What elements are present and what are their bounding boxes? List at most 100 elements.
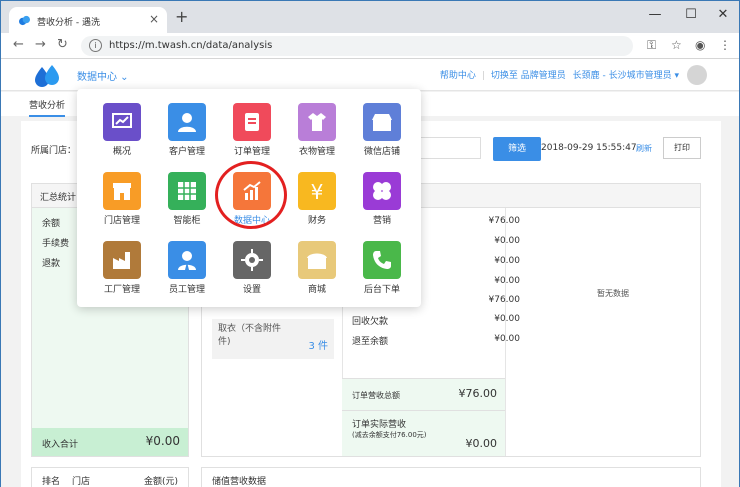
minimize-button[interactable]: —	[641, 6, 669, 24]
menu-item[interactable]: 后台下单	[350, 239, 414, 301]
summary-row-refund: 退款	[42, 259, 61, 269]
info-icon[interactable]: i	[89, 39, 102, 52]
menu-dots-icon[interactable]: ⋮	[719, 38, 731, 52]
menu-item-label: 营销	[372, 216, 391, 226]
menu-item[interactable]: 门店管理	[90, 170, 154, 232]
data-center-menu[interactable]: 数据中心 ⌄	[77, 68, 129, 83]
refund-balance-label: 退至余额	[352, 337, 389, 347]
recharge-title: 储值营收数据	[212, 477, 267, 487]
key-icon[interactable]: ⚿	[647, 38, 656, 52]
menu-item[interactable]: 衣物管理	[285, 101, 349, 163]
menu-item-label: 订单管理	[233, 147, 270, 157]
clothes-pickup-box: 取衣（不含附件 件) 3 件	[212, 319, 334, 359]
menu-item[interactable]: 商城	[285, 239, 349, 301]
menu-item[interactable]: 工厂管理	[90, 239, 154, 301]
menu-item-label: 衣物管理	[298, 147, 335, 157]
menu-item-label: 后台下单	[363, 285, 400, 295]
url-field[interactable]: i https://m.twash.cn/data/analysis	[81, 36, 633, 56]
gear-icon	[233, 241, 271, 279]
store-header: 门店	[72, 477, 91, 487]
store-select[interactable]	[421, 137, 481, 159]
menu-item[interactable]: 员工管理	[155, 239, 219, 301]
amount-header: 金额(元)	[144, 477, 179, 487]
amount-value: ¥0.00	[494, 236, 520, 246]
amount-value: ¥0.00	[494, 276, 520, 286]
menu-item[interactable]: 智能柜	[155, 170, 219, 232]
menu-item-label: 员工管理	[168, 285, 205, 295]
customer-icon	[168, 103, 206, 141]
clothes-count[interactable]: 3 件	[308, 340, 328, 353]
star-icon[interactable]: ☆	[671, 38, 682, 52]
no-data-text: 暂无数据	[597, 289, 629, 298]
svg-text:¥: ¥	[311, 180, 324, 203]
menu-item[interactable]: 订单管理	[220, 101, 284, 163]
menu-item-label: 微信店铺	[363, 147, 400, 157]
menu-item-label: 财务	[307, 216, 326, 226]
store-icon	[103, 172, 141, 210]
menu-item-label: 商城	[307, 285, 326, 295]
top-nav: 数据中心 ⌄ 帮助中心 | 切换至 品牌管理员 长颈鹿 - 长沙城市管理员 ▾	[1, 59, 739, 91]
factory-icon	[103, 241, 141, 279]
order-actual: 订单实际营收 (减去余额支付76.00元) ¥0.00	[342, 410, 505, 456]
print-button[interactable]: 打印	[663, 137, 701, 159]
refresh-link[interactable]: 刷新	[636, 143, 652, 154]
logo-icon	[35, 65, 59, 87]
close-window-button[interactable]: ✕	[709, 6, 737, 24]
tab-title: 营收分析 - 遇洗	[37, 18, 100, 28]
menu-item-label: 智能柜	[173, 216, 201, 226]
summary-row-fee: 手续费	[42, 239, 70, 249]
menu-item[interactable]: 设置	[220, 239, 284, 301]
maximize-button[interactable]: ☐	[677, 6, 705, 24]
amount-value: ¥76.00	[488, 216, 521, 226]
avatar[interactable]	[687, 65, 707, 85]
order-total: 订单营收总额 ¥76.00	[342, 378, 505, 410]
amount-value: ¥76.00	[488, 295, 521, 305]
menu-item[interactable]: 概况	[90, 101, 154, 163]
order-total-label: 订单营收总额	[352, 391, 400, 400]
menu-item[interactable]: 客户管理	[155, 101, 219, 163]
order-icon	[233, 103, 271, 141]
clothes-icon	[298, 103, 336, 141]
browser-tab[interactable]: 营收分析 - 遇洗 ×	[9, 7, 167, 33]
tab-revenue-analysis[interactable]: 营收分析	[29, 98, 66, 117]
switch-role-link[interactable]: 切换至 品牌管理员	[491, 71, 566, 81]
store-label: 所属门店：	[31, 146, 77, 156]
recharge-header: 储值营收数据	[201, 467, 701, 487]
timestamp: 2018-09-29 15:55:47	[541, 143, 637, 153]
forward-icon[interactable]: →	[35, 38, 46, 52]
recovery-label: 回收欠款	[352, 317, 389, 327]
menu-item-label: 概况	[112, 147, 131, 157]
phone-icon	[363, 241, 401, 279]
amount-value: ¥0.00	[494, 256, 520, 266]
marketing-icon	[363, 172, 401, 210]
menu-item-label: 设置	[242, 285, 261, 295]
nav-right: 帮助中心 | 切换至 品牌管理员 长颈鹿 - 长沙城市管理员 ▾	[439, 71, 679, 81]
summary-row-balance: 余额	[42, 219, 61, 229]
help-link[interactable]: 帮助中心	[440, 71, 476, 81]
url-text: https://m.twash.cn/data/analysis	[109, 40, 273, 51]
menu-item[interactable]: 微信店铺	[350, 101, 414, 163]
menu-item-label: 工厂管理	[103, 285, 140, 295]
new-tab-button[interactable]: +	[175, 9, 188, 25]
browser-window: 营收分析 - 遇洗 × + — ☐ ✕ ← → ↻ i https://m.tw…	[0, 0, 740, 487]
user-menu[interactable]: 长颈鹿 - 长沙城市管理员 ▾	[573, 71, 679, 81]
favicon-icon	[19, 15, 30, 26]
address-bar: ← → ↻ i https://m.twash.cn/data/analysis…	[1, 33, 739, 59]
account-icon[interactable]: ◉	[695, 38, 705, 52]
rank-header: 排名	[42, 477, 61, 487]
back-icon[interactable]: ←	[13, 38, 24, 52]
reload-icon[interactable]: ↻	[57, 38, 68, 52]
menu-item[interactable]: ¥ 财务	[285, 170, 349, 232]
total-value: ¥0.00	[145, 434, 180, 448]
order-actual-note: (减去余额支付76.00元)	[352, 431, 427, 439]
finance-icon: ¥	[298, 172, 336, 210]
filter-button[interactable]: 筛选	[493, 137, 541, 161]
overview-icon	[103, 103, 141, 141]
staff-icon	[168, 241, 206, 279]
amount-value: ¥0.00	[494, 314, 520, 324]
close-tab-icon[interactable]: ×	[149, 12, 159, 26]
clothes-label: 取衣（不含附件	[218, 324, 282, 334]
order-actual-label: 订单实际营收	[352, 420, 407, 430]
amount-value: ¥0.00	[494, 334, 520, 344]
menu-item[interactable]: 营销	[350, 170, 414, 232]
